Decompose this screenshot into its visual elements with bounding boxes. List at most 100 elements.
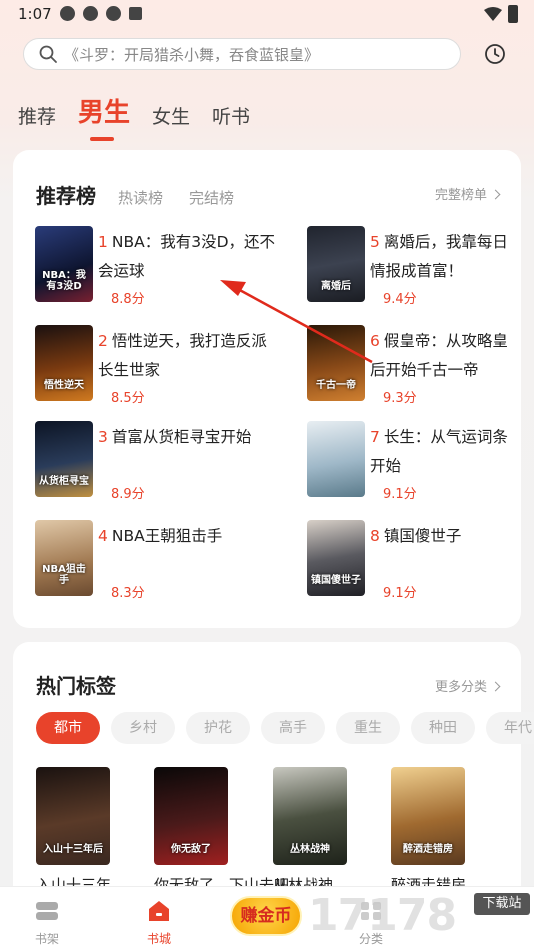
book-title: 6 假皇帝：从攻略皇后开始千古一帝 bbox=[370, 327, 520, 385]
watermark-logo: 17178 bbox=[308, 890, 457, 941]
book-cover bbox=[307, 421, 365, 497]
book-cover: NBA狙击手 bbox=[35, 520, 93, 596]
earn-coins-button[interactable]: 赚金币 bbox=[230, 896, 302, 936]
cover-text: 千古一帝 bbox=[316, 380, 356, 391]
cover-text: 镇国傻世子 bbox=[311, 575, 361, 586]
book-title: 8 镇国傻世子 bbox=[370, 522, 520, 580]
full-ranking-link[interactable]: 完整榜单 bbox=[434, 184, 501, 203]
book-title-text: 首富从货柜寻宝开始 bbox=[111, 428, 252, 446]
status-time: 1:07 bbox=[18, 5, 52, 23]
book-cover: 你无敌了 bbox=[154, 767, 228, 865]
rank-number: 7 bbox=[370, 428, 380, 446]
tab-hot-rank[interactable]: 热读榜 bbox=[118, 187, 163, 208]
book-title: 3 首富从货柜寻宝开始 bbox=[98, 423, 278, 481]
system-icons bbox=[484, 5, 518, 23]
wifi-icon bbox=[484, 7, 502, 21]
book-score: 9.4分 bbox=[383, 292, 417, 307]
watermark-badge: 下载站 bbox=[474, 893, 530, 915]
book-score: 9.1分 bbox=[383, 487, 417, 502]
tab-recommend-rank[interactable]: 推荐榜 bbox=[36, 180, 96, 209]
nav-bookstore-label: 书城 bbox=[146, 932, 171, 946]
more-categories-link[interactable]: 更多分类 bbox=[434, 676, 501, 695]
ranking-card: 推荐榜 热读榜 完结榜 完整榜单 NBA：我有3没D 1 NBA：我有3没D，还不… bbox=[13, 150, 521, 628]
tab-female[interactable]: 女生 bbox=[152, 102, 190, 129]
cover-text: 你无敌了 bbox=[171, 844, 211, 855]
rank-number: 2 bbox=[98, 332, 108, 350]
book-title-text: NBA王朝狙击手 bbox=[111, 527, 223, 545]
nav-bookshelf[interactable]: 书架 bbox=[34, 899, 60, 947]
rank-number: 6 bbox=[370, 332, 380, 350]
tab-audiobook[interactable]: 听书 bbox=[212, 102, 250, 129]
full-ranking-label: 完整榜单 bbox=[434, 188, 487, 203]
book-title: 2 悟性逆天，我打造反派长生世家 bbox=[98, 327, 278, 385]
book-score: 8.3分 bbox=[111, 586, 145, 601]
book-title: 5 离婚后，我靠每日情报成首富！ bbox=[370, 228, 520, 286]
app-notification-icon bbox=[60, 6, 75, 21]
book-score: 8.5分 bbox=[111, 391, 145, 406]
tag-chip[interactable]: 乡村 bbox=[111, 712, 175, 744]
book-title: 7 长生：从气运词条开始 bbox=[370, 423, 520, 481]
chevron-right-icon bbox=[490, 189, 501, 200]
cover-text: 丛林战神 bbox=[290, 844, 330, 855]
book-title-text: 假皇帝：从攻略皇后开始千古一帝 bbox=[370, 332, 508, 379]
book-score: 8.8分 bbox=[111, 292, 145, 307]
battery-icon bbox=[508, 5, 518, 23]
book-cover: 千古一帝 bbox=[307, 325, 365, 401]
tab-male[interactable]: 男生 bbox=[78, 92, 130, 141]
cover-text: NBA：我有3没D bbox=[42, 270, 86, 292]
book-title-text: 长生：从气运词条开始 bbox=[370, 428, 508, 475]
book-cover: NBA：我有3没D bbox=[35, 226, 93, 302]
book-title-text: 镇国傻世子 bbox=[383, 527, 462, 545]
tag-chip[interactable]: 护花 bbox=[186, 712, 250, 744]
rank-number: 1 bbox=[98, 233, 108, 251]
chevron-right-icon bbox=[490, 681, 501, 692]
tag-chip[interactable]: 都市 bbox=[36, 712, 100, 744]
tab-finished-rank[interactable]: 完结榜 bbox=[189, 187, 234, 208]
rank-number: 8 bbox=[370, 527, 380, 545]
nav-bookshelf-label: 书架 bbox=[34, 932, 59, 946]
book-title: 1 NBA：我有3没D，还不会运球 bbox=[98, 228, 278, 286]
channel-tabs: 推荐 男生 女生 听书 bbox=[18, 92, 272, 141]
hot-tags-title: 热门标签 bbox=[36, 674, 116, 698]
book-score: 9.1分 bbox=[383, 586, 417, 601]
bookshelf-icon bbox=[36, 902, 58, 920]
rank-number: 4 bbox=[98, 527, 108, 545]
home-icon bbox=[149, 901, 169, 921]
cover-text: 入山十三年后 bbox=[43, 844, 103, 855]
tag-chip[interactable]: 年代 bbox=[486, 712, 534, 744]
more-categories-label: 更多分类 bbox=[434, 680, 487, 695]
a-notification-icon bbox=[129, 7, 142, 20]
book-title-text: 悟性逆天，我打造反派长生世家 bbox=[98, 332, 267, 379]
rank-number: 3 bbox=[98, 428, 108, 446]
history-clock-icon[interactable] bbox=[484, 43, 506, 65]
nav-bookstore[interactable]: 书城 bbox=[146, 899, 172, 947]
cover-text: NBA狙击手 bbox=[42, 564, 86, 586]
tag-chip[interactable]: 高手 bbox=[261, 712, 325, 744]
tag-chip[interactable]: 种田 bbox=[411, 712, 475, 744]
status-bar: 1:07 bbox=[0, 0, 534, 30]
book-cover: 从货柜寻宝 bbox=[35, 421, 93, 497]
book-cover: 入山十三年后 bbox=[36, 767, 110, 865]
rank-number: 5 bbox=[370, 233, 380, 251]
app-notification-icon bbox=[106, 6, 121, 21]
search-input[interactable]: 《斗罗：开局猎杀小舞，吞食蓝银皇》 bbox=[23, 38, 461, 70]
search-icon bbox=[39, 45, 57, 63]
notification-icons bbox=[60, 6, 142, 21]
tab-recommend[interactable]: 推荐 bbox=[18, 102, 56, 129]
book-title-text: 离婚后，我靠每日情报成首富！ bbox=[370, 233, 508, 280]
tag-list: 都市 乡村 护花 高手 重生 种田 年代 bbox=[36, 712, 534, 744]
book-cover: 悟性逆天 bbox=[35, 325, 93, 401]
book-cover: 醉酒走错房 bbox=[391, 767, 465, 865]
tag-chip[interactable]: 重生 bbox=[336, 712, 400, 744]
book-score: 8.9分 bbox=[111, 487, 145, 502]
book-title: 4 NBA王朝狙击手 bbox=[98, 522, 278, 580]
book-cover: 镇国傻世子 bbox=[307, 520, 365, 596]
cover-text: 醉酒走错房 bbox=[403, 844, 453, 855]
ranking-header: 推荐榜 热读榜 完结榜 bbox=[36, 180, 260, 209]
cover-text: 悟性逆天 bbox=[44, 380, 84, 391]
book-score: 9.3分 bbox=[383, 391, 417, 406]
book-cover: 丛林战神 bbox=[273, 767, 347, 865]
cover-text: 从货柜寻宝 bbox=[39, 476, 89, 487]
book-title-text: NBA：我有3没D，还不会运球 bbox=[98, 233, 276, 280]
book-cover: 离婚后 bbox=[307, 226, 365, 302]
